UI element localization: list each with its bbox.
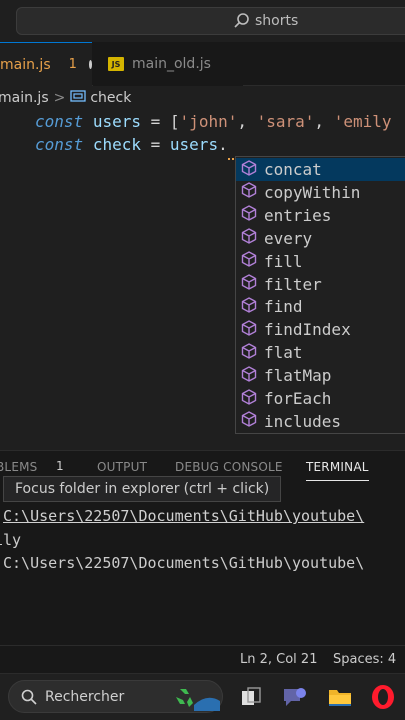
- terminal-output-line: ily: [0, 531, 22, 549]
- method-cube-icon: [236, 342, 264, 364]
- suggestion-label: fill: [264, 251, 303, 271]
- variable-symbol-icon: [70, 89, 87, 107]
- suggestion-item[interactable]: findIndex: [236, 318, 405, 341]
- tab-main-js[interactable]: main.js 1: [0, 42, 92, 86]
- bottom-panel: BLEMS 1 OUTPUT DEBUG CONSOLE TERMINAL C:…: [0, 450, 405, 645]
- problems-count-badge: 1: [56, 459, 64, 473]
- tooltip-text: Focus folder in explorer: [15, 481, 180, 497]
- taskbar-search[interactable]: Rechercher: [8, 680, 223, 713]
- method-cube-icon: [236, 204, 264, 226]
- method-cube-icon: [236, 181, 264, 203]
- suggest-widget[interactable]: concat copyWithin entries every fill filter fi…: [235, 156, 405, 434]
- suggestion-label: findIndex: [264, 320, 351, 340]
- windows-taskbar: Rechercher: [0, 673, 405, 720]
- method-cube-icon: [236, 410, 264, 432]
- tab-output[interactable]: OUTPUT: [97, 460, 147, 474]
- suggestion-item[interactable]: filter: [236, 273, 405, 296]
- code-line-1: const users = ['john', 'sara', 'emily: [35, 112, 392, 131]
- suggestion-item[interactable]: entries: [236, 204, 405, 227]
- title-bar: shorts: [0, 0, 405, 42]
- suggestion-label: entries: [264, 205, 332, 225]
- suggestion-item[interactable]: copyWithin: [236, 181, 405, 204]
- suggestion-item[interactable]: fill: [236, 250, 405, 273]
- link-tooltip: Focus folder in explorer (ctrl + click): [3, 476, 282, 502]
- task-view-icon[interactable]: [238, 684, 264, 710]
- cursor-position[interactable]: Ln 2, Col 21: [240, 652, 317, 667]
- tab-problems[interactable]: BLEMS: [0, 460, 37, 474]
- breadcrumb-separator: >: [53, 90, 66, 106]
- method-cube-icon: [236, 227, 264, 249]
- command-center-search[interactable]: shorts: [16, 7, 405, 35]
- chat-app-icon[interactable]: [281, 684, 307, 710]
- editor-tabs: main.js 1 JS main_old.js: [0, 42, 405, 86]
- suggestion-label: forEach: [264, 389, 332, 408]
- terminal-path-link[interactable]: C:\Users\22507\Documents\GitHub\youtube\: [3, 507, 364, 525]
- suggestion-label: concat: [264, 160, 322, 179]
- tab-debug-console[interactable]: DEBUG CONSOLE: [175, 460, 283, 474]
- method-cube-icon: [236, 365, 264, 387]
- terminal-prompt-line[interactable]: C:\Users\22507\Documents\GitHub\youtube\: [3, 554, 364, 572]
- tab-terminal[interactable]: TERMINAL: [306, 460, 369, 481]
- method-cube-icon: [236, 319, 264, 341]
- search-text: shorts: [255, 13, 299, 29]
- method-cube-icon: [236, 250, 264, 272]
- suggestion-label: every: [264, 228, 313, 248]
- suggestion-item[interactable]: includes: [236, 410, 405, 433]
- indentation-setting[interactable]: Spaces: 4: [333, 652, 396, 667]
- method-cube-icon: [236, 296, 264, 318]
- suggestion-item[interactable]: forEach: [236, 387, 405, 410]
- suggestion-label: flat: [264, 343, 303, 363]
- method-cube-icon: [236, 273, 264, 295]
- suggestion-label: copyWithin: [264, 182, 361, 202]
- suggestion-label: filter: [264, 274, 322, 294]
- tab-label: main_old.js: [132, 56, 211, 72]
- suggestion-label: includes: [264, 411, 342, 431]
- suggestion-label: find: [264, 297, 303, 317]
- breadcrumb: main.js > check: [0, 86, 405, 110]
- tab-label: main.js: [0, 56, 51, 73]
- suggestion-item[interactable]: flat: [236, 341, 405, 364]
- tooltip-hint: (ctrl + click): [183, 481, 270, 497]
- js-file-icon: JS: [108, 57, 124, 71]
- suggestion-label: flatMap: [264, 366, 332, 386]
- unsaved-dot-icon[interactable]: [88, 60, 92, 69]
- search-placeholder: Rechercher: [45, 689, 125, 705]
- breadcrumb-file[interactable]: main.js: [0, 90, 49, 106]
- code-line-2: const check = users.: [35, 135, 228, 154]
- opera-browser-icon[interactable]: [370, 684, 396, 710]
- breadcrumb-symbol[interactable]: check: [90, 90, 131, 106]
- method-cube-icon: [236, 388, 264, 410]
- recycle-icon: [172, 685, 222, 715]
- tab-problem-count: 1: [68, 57, 77, 72]
- suggestion-item[interactable]: flatMap: [236, 364, 405, 387]
- suggestion-item[interactable]: find: [236, 295, 405, 318]
- method-cube-icon: [236, 159, 264, 181]
- suggestion-item[interactable]: concat: [236, 158, 405, 181]
- status-bar: Ln 2, Col 21 Spaces: 4: [0, 645, 405, 673]
- search-icon: [233, 12, 251, 34]
- file-explorer-icon[interactable]: [327, 684, 353, 710]
- tab-main-old-js[interactable]: JS main_old.js: [93, 42, 243, 86]
- suggestion-item[interactable]: every: [236, 227, 405, 250]
- search-icon: [21, 689, 37, 709]
